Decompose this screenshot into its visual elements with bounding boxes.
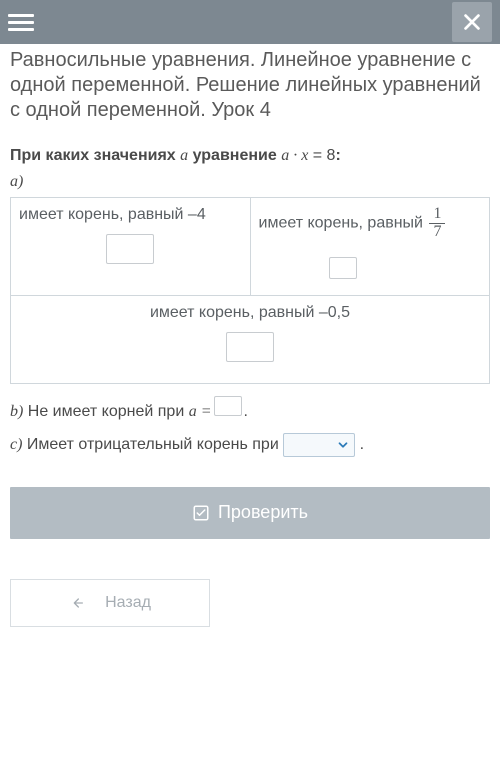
back-button[interactable]: Назад bbox=[10, 579, 210, 627]
content-area: Равносильные уравнения. Линейное уравнен… bbox=[0, 44, 500, 457]
close-icon bbox=[461, 11, 483, 33]
fraction-1-7: 1 7 bbox=[429, 206, 445, 241]
check-button[interactable]: Проверить bbox=[10, 487, 490, 539]
close-button[interactable] bbox=[452, 2, 492, 42]
part-a-grid: имеет корень, равный –4 имеет корень, ра… bbox=[10, 197, 490, 384]
part-c-line: c) Имеет отрицательный корень при . bbox=[10, 433, 490, 457]
checkbox-icon bbox=[192, 504, 210, 522]
hamburger-menu-icon[interactable] bbox=[8, 14, 34, 31]
chevron-down-icon bbox=[336, 438, 350, 452]
cell1-text: имеет корень, равный –4 bbox=[19, 206, 242, 224]
answer-input-a1[interactable] bbox=[106, 234, 154, 264]
answer-select-c[interactable] bbox=[283, 433, 355, 457]
part-b-text: Не имеет корней при bbox=[28, 403, 184, 420]
answer-input-b[interactable] bbox=[214, 396, 242, 416]
answer-input-a3[interactable] bbox=[226, 332, 274, 362]
lesson-title: Равносильные уравнения. Линейное уравнен… bbox=[10, 48, 490, 123]
cell-root-1over7: имеет корень, равный 1 7 bbox=[251, 198, 490, 295]
cell-root-minus05: имеет корень, равный –0,5 bbox=[11, 295, 489, 383]
question-stem: При каких значениях a уравнение a · x = … bbox=[10, 147, 490, 165]
part-b-label: b) bbox=[10, 403, 23, 420]
header-bar bbox=[0, 0, 500, 44]
part-b-var: a = bbox=[189, 403, 212, 420]
check-button-label: Проверить bbox=[218, 502, 308, 523]
part-c-text: Имеет отрицательный корень при bbox=[27, 436, 279, 453]
cell3-text: имеет корень, равный –0,5 bbox=[19, 304, 481, 322]
cell2-text: имеет корень, равный bbox=[259, 215, 423, 232]
arrow-left-icon bbox=[69, 595, 85, 611]
answer-input-a2[interactable] bbox=[329, 257, 357, 279]
cell-root-minus4: имеет корень, равный –4 bbox=[11, 198, 251, 295]
back-button-label: Назад bbox=[105, 594, 151, 612]
part-b-line: b) Не имеет корней при a =. bbox=[10, 396, 490, 421]
part-a-label: a) bbox=[10, 173, 490, 191]
part-c-label: c) bbox=[10, 436, 22, 453]
